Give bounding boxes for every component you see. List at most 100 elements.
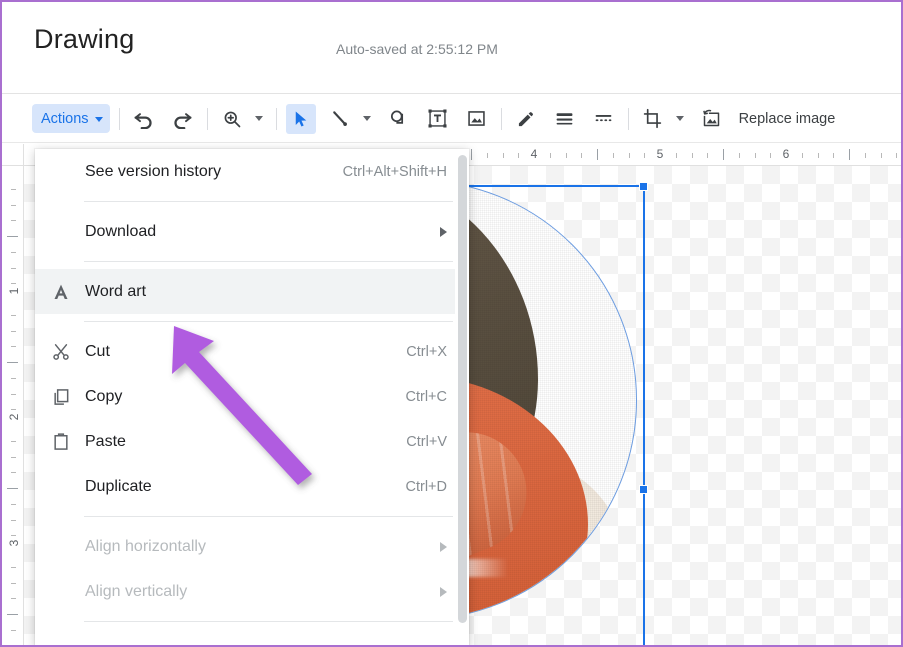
menu-item-align-horizontally: Align horizontally bbox=[35, 524, 469, 569]
menu-item-shortcut: Ctrl+X bbox=[406, 344, 447, 360]
menu-item-label: See version history bbox=[85, 163, 325, 181]
text-box-icon[interactable] bbox=[423, 104, 453, 134]
insert-image-icon[interactable] bbox=[462, 104, 492, 134]
actions-dropdown-menu[interactable]: See version history Ctrl+Alt+Shift+H Downl… bbox=[35, 149, 469, 647]
shape-icon[interactable] bbox=[384, 104, 414, 134]
submenu-arrow-icon bbox=[440, 227, 447, 237]
canvas-image-object[interactable] bbox=[427, 172, 867, 645]
ruler-tick bbox=[11, 457, 16, 458]
menu-item-label: Align horizontally bbox=[85, 538, 422, 556]
toolbar: Actions bbox=[2, 95, 901, 143]
ruler-tick bbox=[503, 153, 504, 158]
toolbar-divider bbox=[119, 108, 120, 130]
menu-item-paste[interactable]: PasteCtrl+V bbox=[35, 419, 469, 464]
vertical-ruler: 123 bbox=[2, 144, 24, 645]
menu-item-shortcut: Ctrl+D bbox=[406, 479, 448, 495]
pencil-icon[interactable] bbox=[511, 104, 541, 134]
ruler-tick bbox=[11, 441, 16, 442]
ruler-tick bbox=[770, 153, 771, 158]
line-icon[interactable] bbox=[325, 104, 355, 134]
crop-icon[interactable] bbox=[638, 104, 668, 134]
paste-icon bbox=[51, 432, 85, 452]
ruler-tick bbox=[881, 153, 882, 158]
redo-icon[interactable] bbox=[168, 104, 198, 134]
menu-item-see-version-history[interactable]: See version history Ctrl+Alt+Shift+H bbox=[35, 149, 469, 194]
ruler-tick bbox=[11, 598, 16, 599]
ruler-tick bbox=[676, 153, 677, 158]
ruler-tick bbox=[11, 630, 16, 631]
ruler-tick bbox=[7, 362, 18, 363]
ruler-tick bbox=[7, 488, 18, 489]
menu-scrollbar-thumb[interactable] bbox=[458, 155, 467, 623]
mask-image-icon[interactable] bbox=[697, 104, 727, 134]
menu-separator bbox=[84, 201, 453, 202]
menu-item-duplicate[interactable]: DuplicateCtrl+D bbox=[35, 464, 469, 509]
ruler-tick bbox=[11, 567, 16, 568]
menu-item-shortcut: Ctrl+Alt+Shift+H bbox=[343, 164, 447, 180]
chevron-down-icon bbox=[676, 116, 684, 121]
menu-item-download[interactable]: Download bbox=[35, 209, 469, 254]
ruler-label: 2 bbox=[7, 414, 21, 421]
zoom-dropdown-icon[interactable] bbox=[251, 104, 267, 134]
header-bar: Drawing Auto-saved at 2:55:12 PM bbox=[2, 2, 901, 94]
ruler-tick bbox=[692, 153, 693, 158]
ruler-tick bbox=[11, 220, 16, 221]
ruler-tick bbox=[833, 153, 834, 158]
ruler-tick bbox=[11, 583, 16, 584]
ruler-tick bbox=[518, 153, 519, 158]
line-dropdown-icon[interactable] bbox=[359, 104, 375, 134]
undo-icon[interactable] bbox=[129, 104, 159, 134]
menu-item-copy[interactable]: CopyCtrl+C bbox=[35, 374, 469, 419]
ruler-tick bbox=[739, 153, 740, 158]
ruler-tick bbox=[487, 153, 488, 158]
menu-separator bbox=[84, 516, 453, 517]
menu-item-shortcut: Ctrl+V bbox=[406, 434, 447, 450]
ruler-tick bbox=[11, 283, 16, 284]
menu-item-cut[interactable]: Cut Ctrl+X bbox=[35, 329, 469, 374]
ruler-tick bbox=[597, 149, 598, 160]
ruler-tick bbox=[471, 149, 472, 160]
ruler-tick bbox=[11, 378, 16, 379]
menu-item-list: See version history Ctrl+Alt+Shift+H Downl… bbox=[35, 149, 469, 622]
menu-item-word-art[interactable]: Word art bbox=[35, 269, 469, 314]
ruler-tick bbox=[11, 189, 16, 190]
replace-image-button[interactable]: Replace image bbox=[739, 111, 836, 127]
ruler-tick bbox=[11, 205, 16, 206]
ruler-tick bbox=[11, 268, 16, 269]
menu-item-align-vertically: Align vertically bbox=[35, 569, 469, 614]
line-dash-icon[interactable] bbox=[589, 104, 619, 134]
autosave-status: Auto-saved at 2:55:12 PM bbox=[336, 41, 498, 57]
ruler-tick bbox=[865, 153, 866, 158]
word-art-icon bbox=[51, 282, 85, 302]
ruler-tick bbox=[613, 153, 614, 158]
ruler-tick bbox=[629, 153, 630, 158]
menu-scrollbar[interactable] bbox=[455, 149, 469, 647]
ruler-label: 5 bbox=[657, 147, 664, 161]
toolbar-divider bbox=[501, 108, 502, 130]
toolbar-divider bbox=[276, 108, 277, 130]
select-arrow-icon[interactable] bbox=[286, 104, 316, 134]
menu-separator bbox=[84, 621, 453, 622]
toolbar-divider bbox=[628, 108, 629, 130]
ruler-tick bbox=[11, 331, 16, 332]
copy-icon bbox=[51, 387, 85, 407]
line-weight-icon[interactable] bbox=[550, 104, 580, 134]
menu-item-label: Download bbox=[85, 223, 422, 241]
menu-item-label: Cut bbox=[85, 343, 388, 361]
ruler-tick bbox=[581, 153, 582, 158]
ruler-corner bbox=[2, 144, 24, 166]
actions-menu-button[interactable]: Actions bbox=[32, 104, 110, 133]
ruler-tick bbox=[7, 614, 18, 615]
page-title: Drawing bbox=[34, 24, 134, 55]
ruler-tick bbox=[755, 153, 756, 158]
ruler-label: 1 bbox=[7, 288, 21, 295]
ruler-tick bbox=[644, 153, 645, 158]
submenu-arrow-icon bbox=[440, 587, 447, 597]
menu-item-label: Copy bbox=[85, 388, 388, 406]
ruler-label: 6 bbox=[783, 147, 790, 161]
ruler-tick bbox=[896, 153, 897, 158]
ruler-tick bbox=[11, 520, 16, 521]
crop-dropdown-icon[interactable] bbox=[672, 104, 688, 134]
ruler-tick bbox=[11, 409, 16, 410]
zoom-icon[interactable] bbox=[217, 104, 247, 134]
